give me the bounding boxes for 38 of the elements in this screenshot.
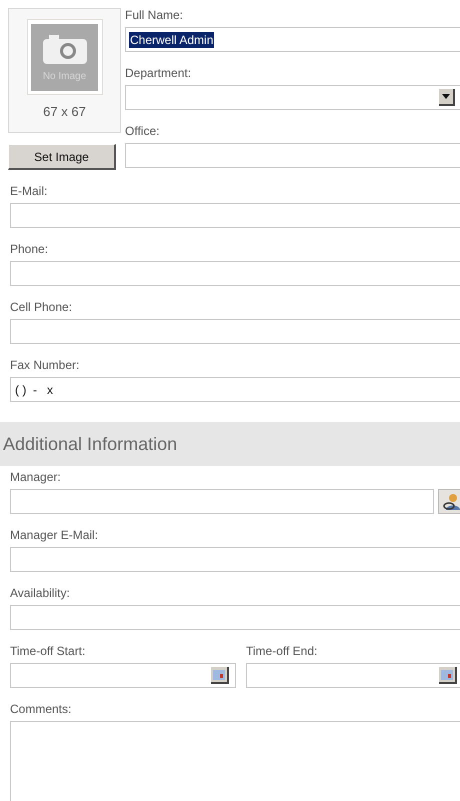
field-label: Comments: [10,702,72,716]
field-label: Full Name: [125,8,184,22]
field-label: Department: [125,66,192,80]
field-label: Fax Number: [10,358,80,372]
section-title: Additional Information [3,434,178,454]
field-label: Availability: [10,586,71,600]
camera-icon [42,34,86,64]
field-label: Cell Phone: [10,300,74,314]
calendar-icon [441,670,453,680]
lookup-button[interactable] [438,489,460,514]
image-size: 67 x 67 [43,104,86,119]
comments-field[interactable] [10,721,460,801]
calendar-icon [213,670,225,680]
set-image-button[interactable]: Set Image [8,144,116,170]
calendar-button[interactable] [439,667,457,684]
field-label: Time-off Start: [10,644,86,658]
input-field[interactable] [10,203,460,228]
field-label: Manager E-Mail: [10,528,100,542]
field-label: Phone: [10,242,50,256]
input-field[interactable]: ( ) - x [10,377,460,402]
person-icon [442,492,460,510]
date-field[interactable] [10,663,236,688]
field-label: Office: [125,124,160,138]
caret-icon [442,94,450,99]
field-label: Manager: [10,470,62,484]
date-field[interactable] [246,663,460,688]
input-field[interactable] [10,547,460,572]
field-label: Time-off End: [246,644,318,658]
dropdown-button[interactable] [439,89,455,106]
input-field[interactable] [10,261,460,286]
input-field[interactable] [10,319,460,344]
dropdown-field[interactable] [125,85,460,110]
input-field[interactable] [125,143,460,168]
input-field[interactable] [10,605,460,630]
input-field[interactable]: Cherwell Admin [125,27,460,52]
input-field[interactable] [10,489,434,514]
field-label: E-Mail: [10,184,48,198]
calendar-button[interactable] [211,667,229,684]
